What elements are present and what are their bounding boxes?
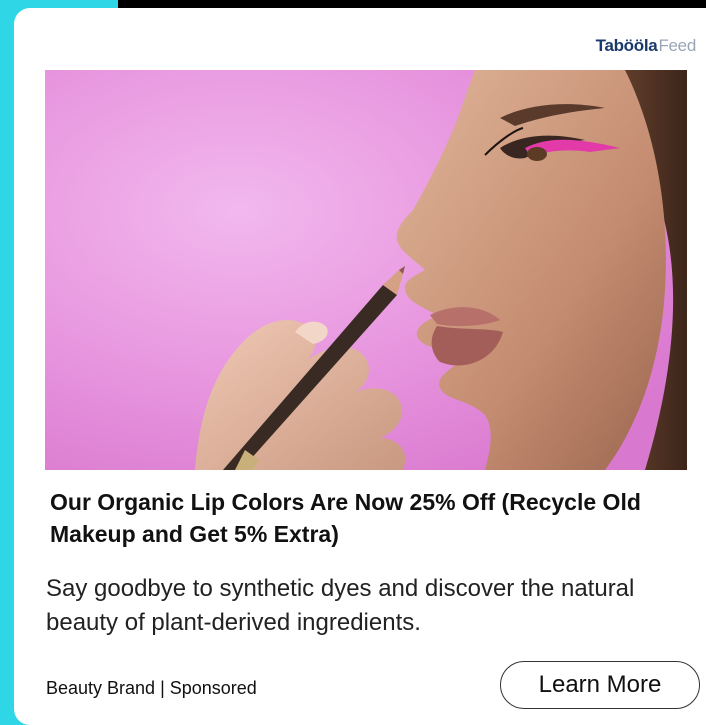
- ad-description[interactable]: Say goodbye to synthetic dyes and discov…: [46, 572, 696, 640]
- ad-image[interactable]: [45, 70, 687, 470]
- ad-source-label[interactable]: Beauty Brand | Sponsored: [46, 678, 257, 699]
- taboola-feed-logo[interactable]: Tabööla Feed: [595, 36, 697, 56]
- ad-headline[interactable]: Our Organic Lip Colors Are Now 25% Off (…: [50, 486, 680, 550]
- learn-more-button[interactable]: Learn More: [500, 661, 700, 709]
- top-bar: [118, 0, 706, 8]
- lip-liner-model-photo-icon: [45, 70, 687, 470]
- logo-light-text: Feed: [658, 36, 696, 55]
- logo-bold-text: Tabööla: [595, 36, 658, 55]
- ad-card[interactable]: Tabööla Feed Our Organic Lip Colors Are …: [14, 8, 706, 725]
